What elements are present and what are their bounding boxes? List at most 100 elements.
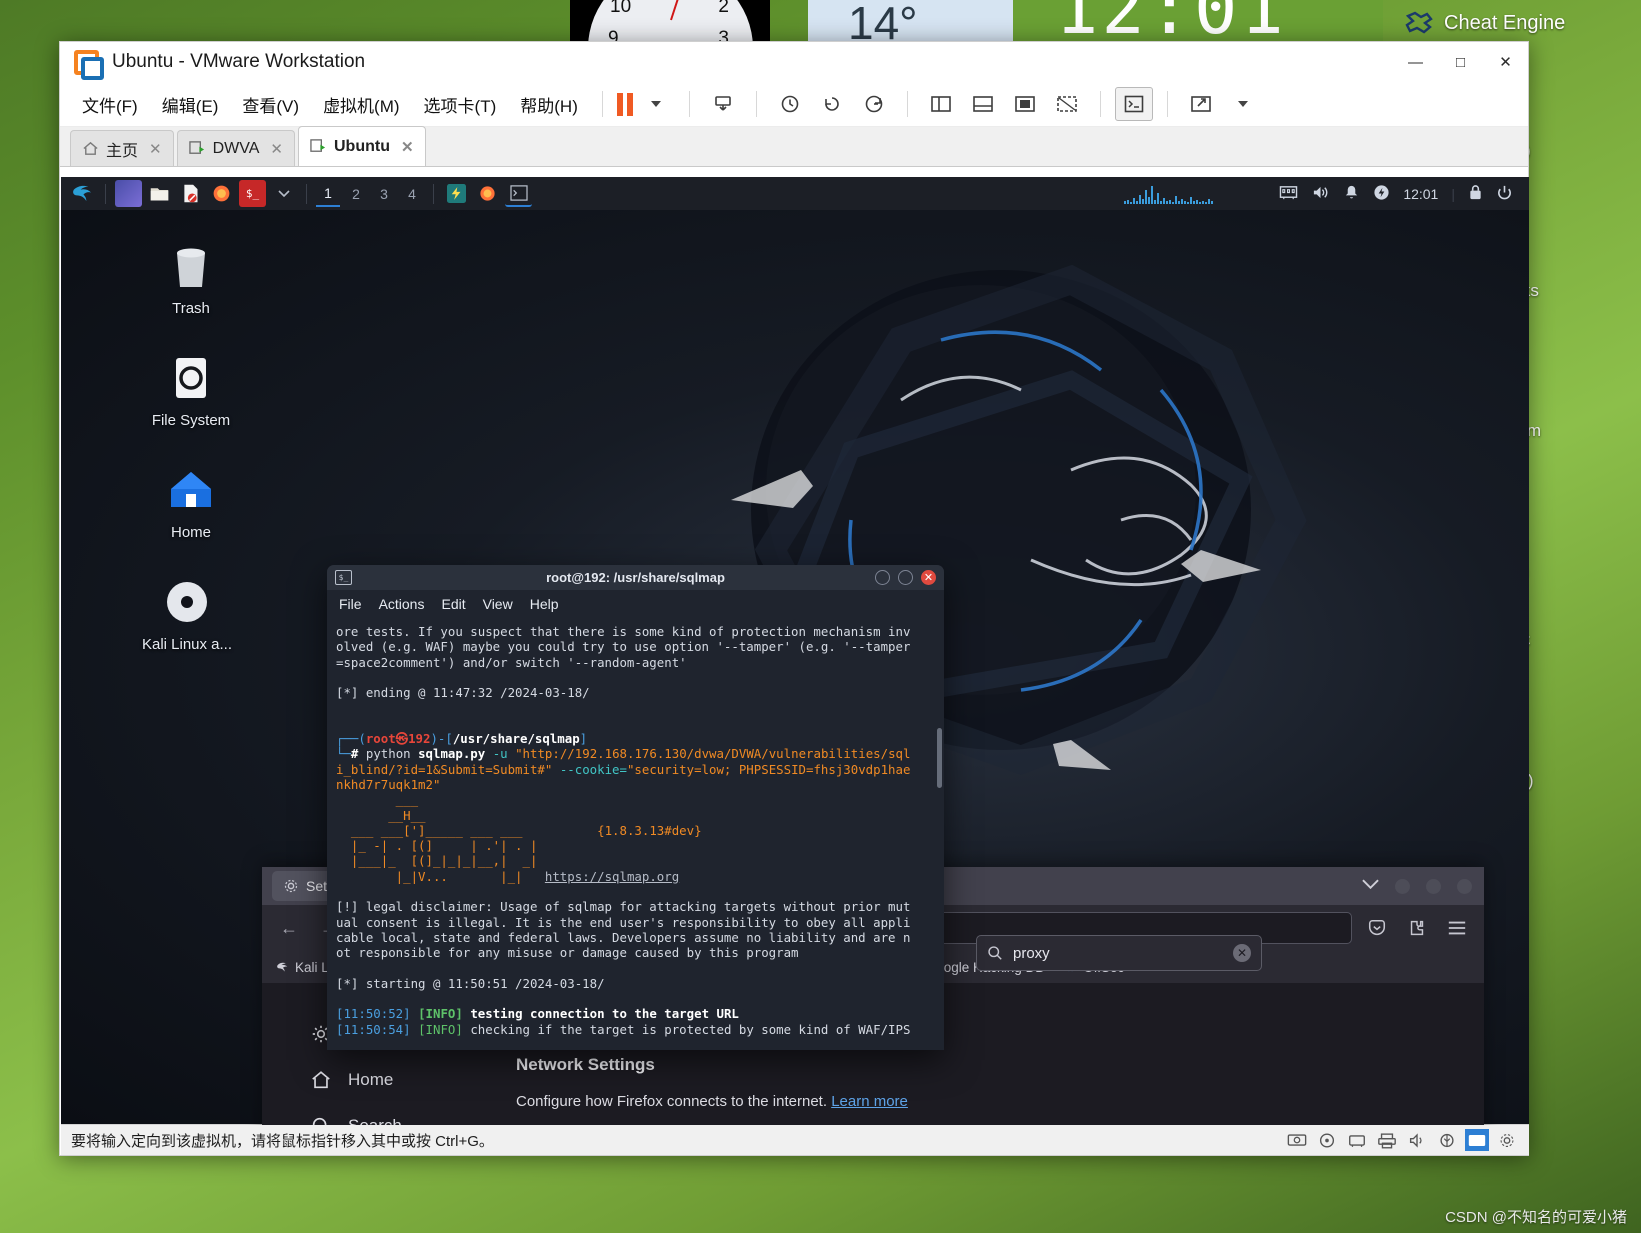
terminal-scrollbar[interactable]: [937, 728, 942, 788]
volume-icon[interactable]: [1311, 184, 1330, 204]
settings-icon[interactable]: [1495, 1129, 1519, 1151]
close-button[interactable]: [1457, 878, 1472, 894]
save-to-pocket-icon[interactable]: [1362, 913, 1392, 943]
maximize-button[interactable]: [1426, 878, 1441, 894]
sqlmap-version: {1.8.3.13#dev}: [597, 822, 702, 838]
workspace-2[interactable]: 2: [344, 180, 368, 207]
maximize-button[interactable]: [898, 570, 913, 585]
terminal-icon[interactable]: $_: [239, 180, 266, 207]
tab-close-icon[interactable]: ✕: [270, 140, 283, 158]
text-editor-icon[interactable]: [177, 180, 204, 207]
menu-help[interactable]: 帮助(H): [510, 87, 588, 122]
revert-snapshot-icon[interactable]: [813, 87, 851, 121]
back-button[interactable]: ←: [274, 913, 304, 943]
desktop-icon-filesystem[interactable]: File System: [131, 350, 251, 429]
tab-close-icon[interactable]: ✕: [149, 140, 162, 158]
menu-tabs[interactable]: 选项卡(T): [414, 87, 507, 122]
term-line: =space2comment') and/or switch '--random…: [336, 654, 687, 670]
file-manager-icon[interactable]: [146, 180, 173, 207]
tab-ubuntu[interactable]: Ubuntu ✕: [297, 126, 426, 166]
maximize-button[interactable]: □: [1438, 42, 1483, 82]
app-menu-icon[interactable]: [1442, 913, 1472, 943]
menu-divider: [1166, 91, 1168, 117]
desktop-icon-trash[interactable]: Trash: [131, 238, 251, 317]
network-adapter-icon[interactable]: [1345, 1129, 1369, 1151]
network-icon[interactable]: [1279, 184, 1298, 204]
logout-icon[interactable]: [1496, 184, 1513, 204]
sidebar-item-home[interactable]: Home: [262, 1057, 516, 1103]
app-launcher-icon[interactable]: [115, 180, 142, 207]
menu-file[interactable]: 文件(F): [72, 87, 148, 122]
menu-file[interactable]: File: [339, 596, 362, 612]
suspend-button[interactable]: [616, 92, 633, 116]
notifications-icon[interactable]: [1343, 184, 1360, 204]
show-sidebar-icon[interactable]: [922, 87, 960, 121]
drive-icon: [131, 350, 251, 406]
tab-home[interactable]: 主页 ✕: [70, 130, 174, 166]
lock-icon[interactable]: [1468, 184, 1483, 204]
menu-view[interactable]: 查看(V): [232, 87, 309, 122]
icon-label: File System: [151, 412, 231, 429]
desktop-icon-kali-installer[interactable]: Kali Linux a...: [127, 574, 247, 653]
console-view-icon[interactable]: [1114, 87, 1153, 121]
term-cmd-cookie-flag: --cookie=: [559, 761, 627, 777]
hard-disk-icon[interactable]: [1285, 1129, 1309, 1151]
window-app-terminal-icon[interactable]: [505, 180, 532, 207]
workspace-4[interactable]: 4: [400, 180, 424, 207]
fullscreen-icon[interactable]: [1006, 87, 1044, 121]
cheat-engine-shortcut[interactable]: Cheat Engine: [1390, 0, 1641, 46]
workspace-3[interactable]: 3: [372, 180, 396, 207]
sidebar-item-search[interactable]: Search: [262, 1103, 516, 1125]
panel-clock[interactable]: 12:01: [1403, 186, 1438, 202]
snapshot-icon[interactable]: [771, 87, 809, 121]
workspace-1[interactable]: 1: [316, 180, 340, 207]
menu-actions[interactable]: Actions: [379, 596, 425, 612]
menu-edit[interactable]: Edit: [441, 596, 465, 612]
menu-vm[interactable]: 虚拟机(M): [313, 87, 409, 122]
clock-hand: [670, 0, 691, 21]
terminal-output[interactable]: ore tests. If you suspect that there is …: [327, 618, 944, 1050]
sqlmap-homepage-link[interactable]: https://sqlmap.org: [545, 869, 679, 884]
cd-drive-icon[interactable]: [1315, 1129, 1339, 1151]
close-button[interactable]: ✕: [921, 570, 936, 585]
clear-search-icon[interactable]: ✕: [1233, 944, 1251, 962]
tab-dwva[interactable]: DWVA ✕: [176, 130, 295, 166]
minimize-button[interactable]: [1395, 878, 1410, 894]
close-button[interactable]: ✕: [1483, 42, 1528, 82]
window-app-burp-icon[interactable]: [443, 180, 470, 207]
minimize-button[interactable]: [875, 570, 890, 585]
settings-search-box[interactable]: proxy ✕: [976, 935, 1262, 971]
kali-menu-icon[interactable]: [69, 180, 96, 207]
show-console-icon[interactable]: [964, 87, 1002, 121]
clock-face: 10 2 9 3: [588, 0, 753, 46]
expand-icon[interactable]: [1182, 87, 1220, 121]
list-all-tabs-icon[interactable]: [1362, 877, 1379, 895]
power-icon[interactable]: [1373, 184, 1390, 204]
power-snapshot-icon[interactable]: [704, 87, 742, 121]
display-adapter-icon[interactable]: [1465, 1129, 1489, 1151]
minimize-button[interactable]: —: [1393, 42, 1438, 82]
expand-dropdown-icon[interactable]: [1224, 87, 1262, 121]
snapshot-manager-icon[interactable]: [855, 87, 893, 121]
term-line: olved (e.g. WAF) maybe you could try to …: [336, 639, 911, 655]
menu-edit[interactable]: 编辑(E): [152, 87, 229, 122]
sqlmap-logo-line: ___ ___[']_____ ___ ___: [336, 822, 523, 838]
suspend-dropdown-icon[interactable]: [637, 87, 675, 121]
firefox-icon[interactable]: [208, 180, 235, 207]
menu-view[interactable]: View: [483, 596, 513, 612]
printer-icon[interactable]: [1375, 1129, 1399, 1151]
network-desc-text: Configure how Firefox connects to the in…: [516, 1093, 828, 1110]
window-app-firefox-icon[interactable]: [474, 180, 501, 207]
tab-close-icon[interactable]: ✕: [401, 138, 414, 156]
kali-panel: $_ 1 2 3 4 12:01 |: [61, 177, 1529, 210]
unity-mode-icon[interactable]: [1048, 87, 1086, 121]
usb-controller-icon[interactable]: [1435, 1129, 1459, 1151]
extensions-icon[interactable]: [1402, 913, 1432, 943]
desktop-icon-home[interactable]: Home: [131, 462, 251, 541]
sound-card-icon[interactable]: [1405, 1129, 1429, 1151]
terminal-dropdown-icon[interactable]: [270, 180, 297, 207]
menu-help[interactable]: Help: [530, 596, 559, 612]
term-log-msg: checking if the target is protected by s…: [470, 1021, 911, 1037]
icon-label: Trash: [172, 300, 210, 317]
learn-more-link[interactable]: Learn more: [831, 1093, 908, 1110]
